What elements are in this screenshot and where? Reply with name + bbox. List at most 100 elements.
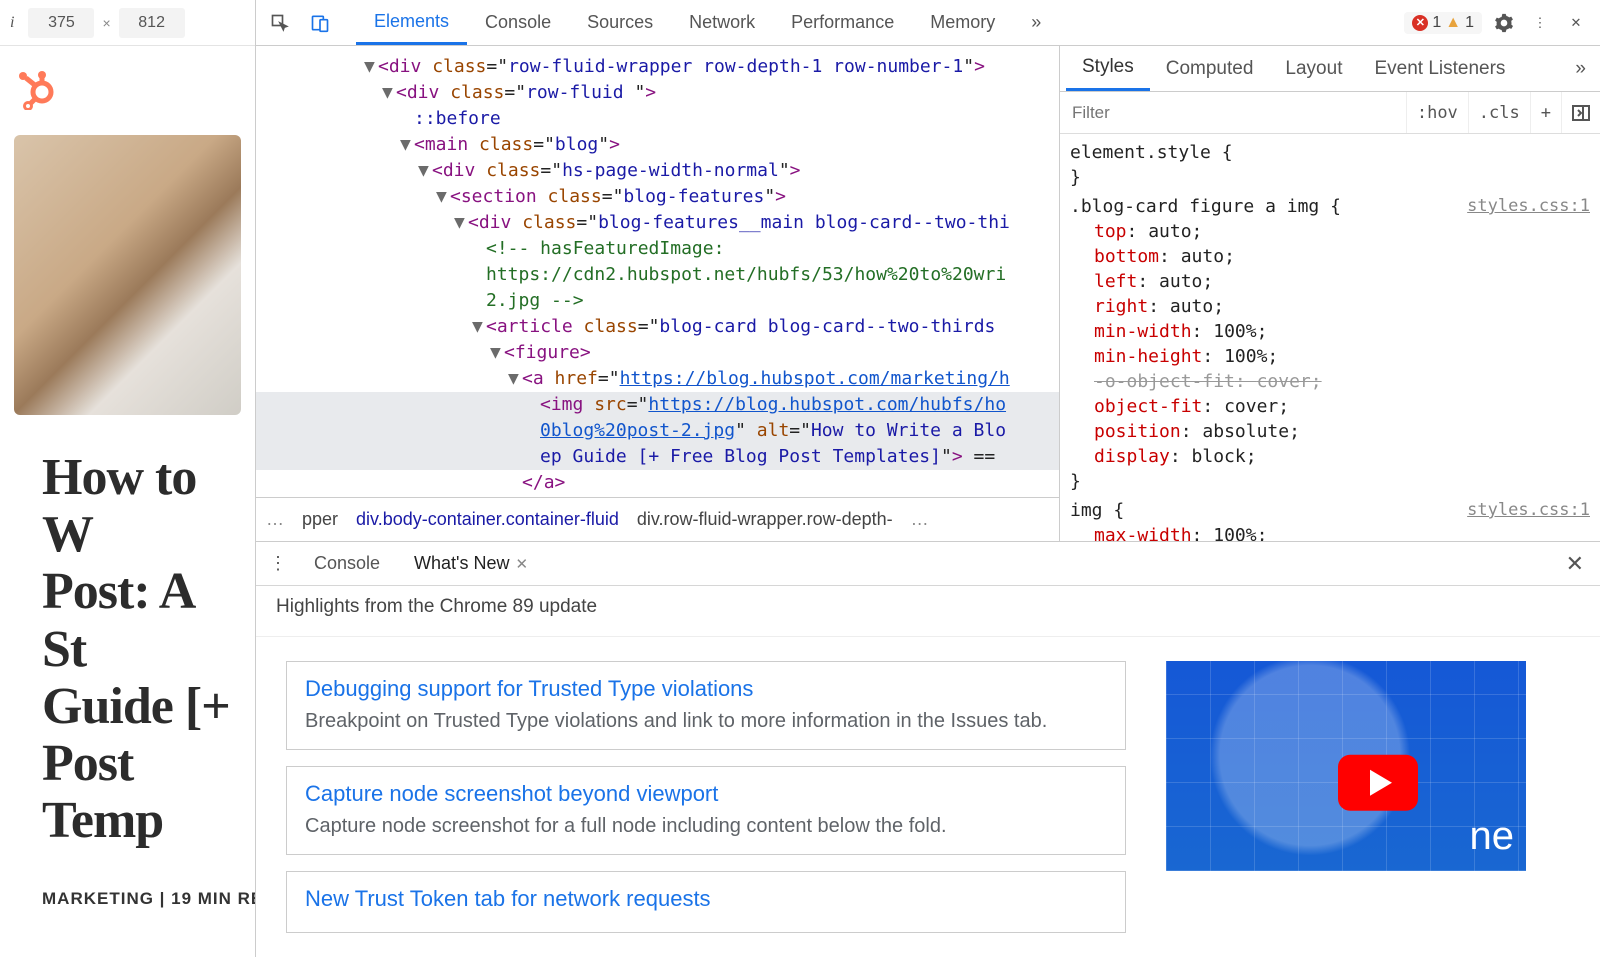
breadcrumb[interactable]: … pper div.body-container.container-flui… [256, 497, 1059, 541]
card-description: Capture node screenshot for a full node … [305, 813, 1107, 840]
settings-icon[interactable] [1490, 9, 1518, 37]
warning-count: 1 [1465, 14, 1474, 32]
dom-node[interactable]: ▼<div class="row-fluid-wrapper row-depth… [256, 54, 1059, 80]
card-title: Capture node screenshot beyond viewport [305, 781, 1107, 807]
css-brace: } [1070, 469, 1590, 494]
drawer-tabs: ⋮ Console What's New ✕ ✕ [256, 542, 1600, 586]
hubspot-sprocket-icon [14, 66, 58, 110]
whats-new-video-thumbnail[interactable]: ne [1166, 661, 1526, 871]
css-declaration[interactable]: display: block; [1070, 444, 1590, 469]
crumb-ellipsis-right[interactable]: … [911, 509, 929, 530]
dom-node[interactable]: ▼<main class="blog"> [256, 132, 1059, 158]
device-preview-pane: i × How to W Post: A St Guide [+ Post Te… [0, 0, 256, 957]
dom-node[interactable]: https://cdn2.hubspot.net/hubfs/53/how%20… [256, 262, 1059, 288]
whats-new-subtitle: Highlights from the Chrome 89 update [256, 586, 1600, 637]
more-options-icon[interactable]: ⋮ [1526, 9, 1554, 37]
styles-toolbar: :hov .cls + [1060, 92, 1600, 134]
css-declaration[interactable]: max-width: 100%; [1070, 523, 1590, 541]
tab-computed[interactable]: Computed [1150, 46, 1270, 91]
dom-node[interactable]: 0blog%20post-2.jpg" alt="How to Write a … [256, 418, 1059, 444]
hov-toggle[interactable]: :hov [1406, 92, 1468, 133]
crumb-item[interactable]: pper [302, 509, 338, 530]
drawer-tab-label: What's New [414, 553, 509, 574]
tabs-overflow-icon[interactable]: » [1013, 0, 1059, 45]
inspect-element-icon[interactable] [266, 9, 294, 37]
crumb-ellipsis-left[interactable]: … [266, 509, 284, 530]
source-link[interactable]: styles.css:1 [1467, 498, 1590, 523]
dom-node[interactable]: </a> [256, 470, 1059, 496]
css-brace: } [1070, 165, 1590, 190]
tab-console[interactable]: Console [467, 0, 569, 45]
dom-node[interactable]: ▼<article class="blog-card blog-card--tw… [256, 314, 1059, 340]
video-caption: ne [1470, 814, 1515, 859]
panel-tabs: Elements Console Sources Network Perform… [356, 0, 1059, 45]
card-title: New Trust Token tab for network requests [305, 886, 1107, 912]
dom-node[interactable]: ▼<div class="hs-page-width-normal"> [256, 158, 1059, 184]
dom-node[interactable]: ::before [256, 106, 1059, 132]
post-headline: How to W Post: A St Guide [+ Post Temp [0, 429, 255, 849]
toggle-device-toolbar-icon[interactable] [306, 9, 334, 37]
crumb-item[interactable]: div.row-fluid-wrapper.row-depth- [637, 509, 893, 530]
source-link[interactable]: styles.css:1 [1467, 194, 1590, 219]
tab-event-listeners[interactable]: Event Listeners [1358, 46, 1521, 91]
info-icon: i [10, 14, 14, 32]
viewport-width-input[interactable] [28, 8, 94, 38]
cls-toggle[interactable]: .cls [1468, 92, 1530, 133]
dom-node[interactable]: ▼<div class="blog-features__main blog-ca… [256, 210, 1059, 236]
new-style-rule-button[interactable]: + [1530, 92, 1561, 133]
drawer-menu-icon[interactable]: ⋮ [266, 553, 290, 574]
tab-layout[interactable]: Layout [1269, 46, 1358, 91]
tab-styles[interactable]: Styles [1066, 46, 1150, 91]
css-declaration[interactable]: min-height: 100%; [1070, 344, 1590, 369]
whats-new-card[interactable]: New Trust Token tab for network requests [286, 871, 1126, 933]
close-devtools-icon[interactable]: ✕ [1562, 9, 1590, 37]
css-declaration[interactable]: min-width: 100%; [1070, 319, 1590, 344]
tab-elements[interactable]: Elements [356, 0, 467, 45]
drawer-tab-console[interactable]: Console [304, 542, 390, 585]
tab-performance[interactable]: Performance [773, 0, 912, 45]
whats-new-card[interactable]: Capture node screenshot beyond viewport C… [286, 766, 1126, 855]
error-count: 1 [1432, 14, 1441, 32]
tab-network[interactable]: Network [671, 0, 773, 45]
drawer-tab-whats-new[interactable]: What's New ✕ [404, 542, 538, 585]
styles-filter-input[interactable] [1060, 92, 1406, 133]
tab-sources[interactable]: Sources [569, 0, 671, 45]
css-rules[interactable]: element.style { } styles.css:1 .blog-car… [1060, 134, 1600, 541]
dom-node[interactable]: ▼<figure> [256, 340, 1059, 366]
styles-tabs: Styles Computed Layout Event Listeners » [1060, 46, 1600, 92]
close-drawer-icon[interactable]: ✕ [1560, 551, 1590, 577]
crumb-item[interactable]: div.body-container.container-fluid [356, 509, 619, 530]
drawer: ⋮ Console What's New ✕ ✕ Highlights from… [256, 541, 1600, 957]
viewport-height-input[interactable] [119, 8, 185, 38]
styles-panel: Styles Computed Layout Event Listeners »… [1060, 46, 1600, 541]
whats-new-card[interactable]: Debugging support for Trusted Type viola… [286, 661, 1126, 750]
warning-icon: ▲ [1445, 14, 1461, 32]
post-meta: MARKETING | 19 MIN RE [0, 849, 255, 909]
dom-node[interactable]: <img src="https://blog.hubspot.com/hubfs… [256, 392, 1059, 418]
dom-node[interactable]: <!-- hasFeaturedImage: [256, 236, 1059, 262]
css-declaration[interactable]: right: auto; [1070, 294, 1590, 319]
css-declaration[interactable]: top: auto; [1070, 219, 1590, 244]
css-declaration[interactable]: object-fit: cover; [1070, 394, 1590, 419]
tab-memory[interactable]: Memory [912, 0, 1013, 45]
dom-tree[interactable]: ▼<div class="row-fluid-wrapper row-depth… [256, 46, 1059, 497]
viewport-dimensions: i × [0, 0, 255, 46]
dom-node[interactable]: ep Guide [+ Free Blog Post Templates]"> … [256, 444, 1059, 470]
error-icon: ✕ [1412, 15, 1428, 31]
dom-node[interactable]: ▼<div class="row-fluid "> [256, 80, 1059, 106]
css-declaration[interactable]: position: absolute; [1070, 419, 1590, 444]
css-declaration[interactable]: left: auto; [1070, 269, 1590, 294]
dom-node[interactable]: 2.jpg --> [256, 288, 1059, 314]
close-tab-icon[interactable]: ✕ [516, 555, 529, 573]
featured-image-thumbnail [14, 135, 241, 415]
dom-node[interactable]: ▼<a href="https://blog.hubspot.com/marke… [256, 366, 1059, 392]
devtools: Elements Console Sources Network Perform… [256, 0, 1600, 957]
styles-tabs-overflow-icon[interactable]: » [1567, 46, 1594, 91]
dom-node[interactable]: ▼<section class="blog-features"> [256, 184, 1059, 210]
sidebar-toggle-icon[interactable] [1561, 92, 1600, 133]
error-warning-badge[interactable]: ✕ 1 ▲ 1 [1404, 12, 1482, 34]
css-declaration[interactable]: bottom: auto; [1070, 244, 1590, 269]
css-selector[interactable]: element.style { [1070, 140, 1590, 165]
play-icon[interactable] [1338, 755, 1418, 811]
css-declaration[interactable]: -o-object-fit: cover; [1070, 369, 1590, 394]
